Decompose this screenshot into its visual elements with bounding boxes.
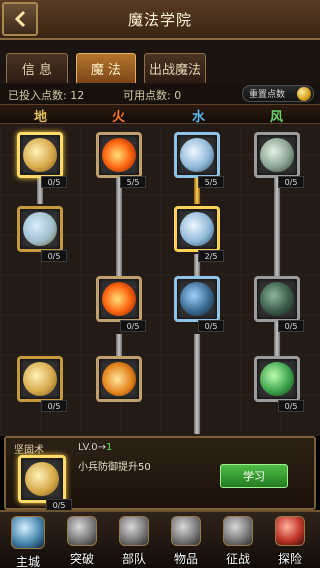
column-earth: 地 — [34, 110, 48, 125]
skill-detail-panel: 坚固术 0/5 LV.0→1 小兵防御提升50 学习 — [4, 436, 316, 511]
reset-points-button[interactable]: 重置点数 — [242, 85, 314, 102]
crossed-swords-icon — [223, 516, 253, 546]
skill-fire-2[interactable]: 0/5 — [96, 276, 146, 332]
skill-name: 坚固术 — [14, 445, 44, 456]
fire-burst-icon — [102, 138, 136, 172]
column-wind: 风 — [270, 110, 284, 125]
skill-description: 小兵防御提升50 — [78, 462, 151, 473]
earth-shrine-icon — [23, 212, 57, 246]
column-water: 水 — [192, 110, 206, 125]
skill-fire-1[interactable]: 5/5 — [96, 132, 146, 188]
element-columns: 地 火 水 风 — [0, 104, 320, 125]
nav-campaign[interactable]: 征战 — [212, 512, 264, 568]
connector-wind — [274, 174, 280, 364]
connector-water-lower — [194, 334, 200, 434]
tab-magic[interactable]: 魔 法 — [76, 53, 136, 83]
explore-flag-icon — [275, 516, 305, 546]
helmet-icon — [67, 516, 97, 546]
fire-wave-icon — [102, 282, 136, 316]
skill-earth-3[interactable]: 0/5 — [17, 356, 67, 412]
skill-water-2[interactable]: 2/5 — [174, 206, 224, 262]
selected-skill-icon: 0/5 — [18, 455, 72, 511]
earth-sigil-icon — [23, 362, 57, 396]
connector-fire — [116, 174, 122, 284]
skill-earth-1[interactable]: 0/5 — [17, 132, 67, 188]
earth-rune-icon — [25, 462, 59, 496]
nav-breakthrough[interactable]: 突破 — [56, 512, 108, 568]
wind-golem-icon — [260, 282, 294, 316]
top-bar: 魔法学院 — [0, 0, 320, 40]
skill-water-3[interactable]: 0/5 — [174, 276, 224, 332]
armor-icon — [119, 516, 149, 546]
column-fire: 火 — [112, 110, 126, 125]
nav-explore[interactable]: 探险 — [264, 512, 316, 568]
tab-battle-magic[interactable]: 出战魔法 — [144, 53, 206, 83]
skill-fire-3[interactable] — [96, 356, 142, 412]
water-blade-icon — [180, 138, 214, 172]
nav-items[interactable]: 物品 — [160, 512, 212, 568]
learn-button[interactable]: 学习 — [220, 464, 288, 488]
water-storm-icon — [180, 212, 214, 246]
bottom-nav: 主城 突破 部队 物品 征战 探险 — [0, 510, 320, 568]
gold-coin-icon — [297, 87, 311, 101]
wind-spirit-icon — [260, 138, 294, 172]
page-title: 魔法学院 — [127, 11, 192, 29]
skill-wind-2[interactable]: 0/5 — [254, 276, 304, 332]
tab-info[interactable]: 信 息 — [6, 53, 68, 83]
skill-wind-1[interactable]: 0/5 — [254, 132, 304, 188]
bag-icon — [171, 516, 201, 546]
nav-main-city[interactable]: 主城 — [2, 512, 54, 568]
fire-rune-icon — [102, 362, 136, 396]
wind-vortex-icon — [260, 362, 294, 396]
nav-troops[interactable]: 部队 — [108, 512, 160, 568]
points-bar: 已投入点数: 12 可用点数: 0 重置点数 — [0, 84, 320, 104]
invested-points: 已投入点数: 12 — [8, 89, 85, 102]
available-points: 可用点数: 0 — [123, 89, 182, 102]
water-beast-icon — [180, 282, 214, 316]
skill-level-change: LV.0→1 — [78, 442, 113, 453]
skill-earth-2[interactable]: 0/5 — [17, 206, 67, 262]
earth-rune-icon — [23, 138, 57, 172]
skill-tree: 0/5 0/5 0/5 5/5 0/5 5/5 2/5 0/5 0/5 0/5 — [0, 124, 320, 436]
skill-wind-3[interactable]: 0/5 — [254, 356, 304, 412]
tab-bar: 信 息 魔 法 出战魔法 — [0, 40, 320, 84]
castle-icon — [11, 516, 45, 549]
skill-water-1[interactable]: 5/5 — [174, 132, 224, 188]
